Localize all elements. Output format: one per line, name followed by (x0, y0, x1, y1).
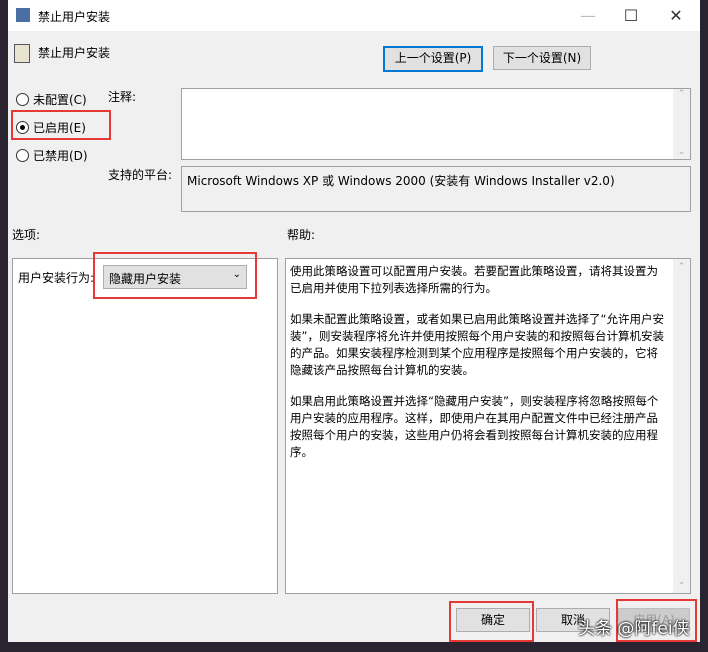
radio-not-configured[interactable]: 未配置(C) (16, 91, 87, 108)
next-setting-button[interactable]: 下一个设置(N) (493, 46, 591, 70)
radio-icon (16, 93, 29, 106)
policy-setting-icon (14, 44, 30, 63)
watermark: 头条 @阿fei侠 (578, 619, 690, 639)
policy-dialog: 禁止用户安装 — ☐ ✕ 禁止用户安装 上一个设置(P) 下一个设置(N) 未配… (8, 0, 700, 642)
help-paragraph: 使用此策略设置可以配置用户安装。若要配置此策略设置，请将其设置为已启用并使用下拉… (290, 264, 658, 295)
platform-value: Microsoft Windows XP 或 Windows 2000 (安装有… (187, 174, 615, 188)
highlight-box (449, 601, 534, 642)
platform-label: 支持的平台: (108, 168, 173, 182)
scrollbar[interactable]: ⌃ ⌄ (673, 89, 690, 159)
scrollbar[interactable]: ⌃ ⌄ (673, 259, 690, 593)
help-label: 帮助: (287, 228, 316, 242)
title-bar: 禁止用户安装 — ☐ ✕ (8, 0, 700, 31)
radio-icon (16, 149, 29, 162)
platform-field: Microsoft Windows XP 或 Windows 2000 (安装有… (181, 166, 691, 212)
close-button[interactable]: ✕ (656, 4, 696, 28)
radio-label: 未配置(C) (33, 93, 87, 107)
comment-label: 注释: (108, 90, 137, 104)
help-panel: 使用此策略设置可以配置用户安装。若要配置此策略设置，请将其设置为已启用并使用下拉… (285, 258, 691, 594)
help-paragraph: 如果未配置此策略设置，或者如果已启用此策略设置并选择了“允许用户安装”，则安装程… (290, 312, 664, 377)
highlight-box (93, 252, 257, 299)
minimize-button[interactable]: — (568, 4, 608, 28)
help-paragraph: 如果启用此策略设置并选择“隐藏用户安装”，则安装程序将忽略按照每个用户安装的应用… (290, 394, 659, 459)
policy-app-icon (16, 8, 30, 22)
highlight-box (11, 110, 111, 140)
maximize-button[interactable]: ☐ (611, 4, 651, 28)
policy-name: 禁止用户安装 (38, 46, 111, 60)
options-label: 选项: (12, 228, 41, 242)
radio-label: 已禁用(D) (33, 149, 88, 163)
comment-textarea[interactable]: ⌃ ⌄ (181, 88, 691, 160)
install-behavior-label: 用户安装行为: (18, 271, 95, 285)
window-title: 禁止用户安装 (38, 10, 111, 24)
radio-disabled[interactable]: 已禁用(D) (16, 147, 88, 164)
scrollbar[interactable] (673, 167, 690, 211)
options-panel: 用户安装行为: 隐藏用户安装 ⌄ (12, 258, 278, 594)
previous-setting-button[interactable]: 上一个设置(P) (383, 46, 483, 72)
